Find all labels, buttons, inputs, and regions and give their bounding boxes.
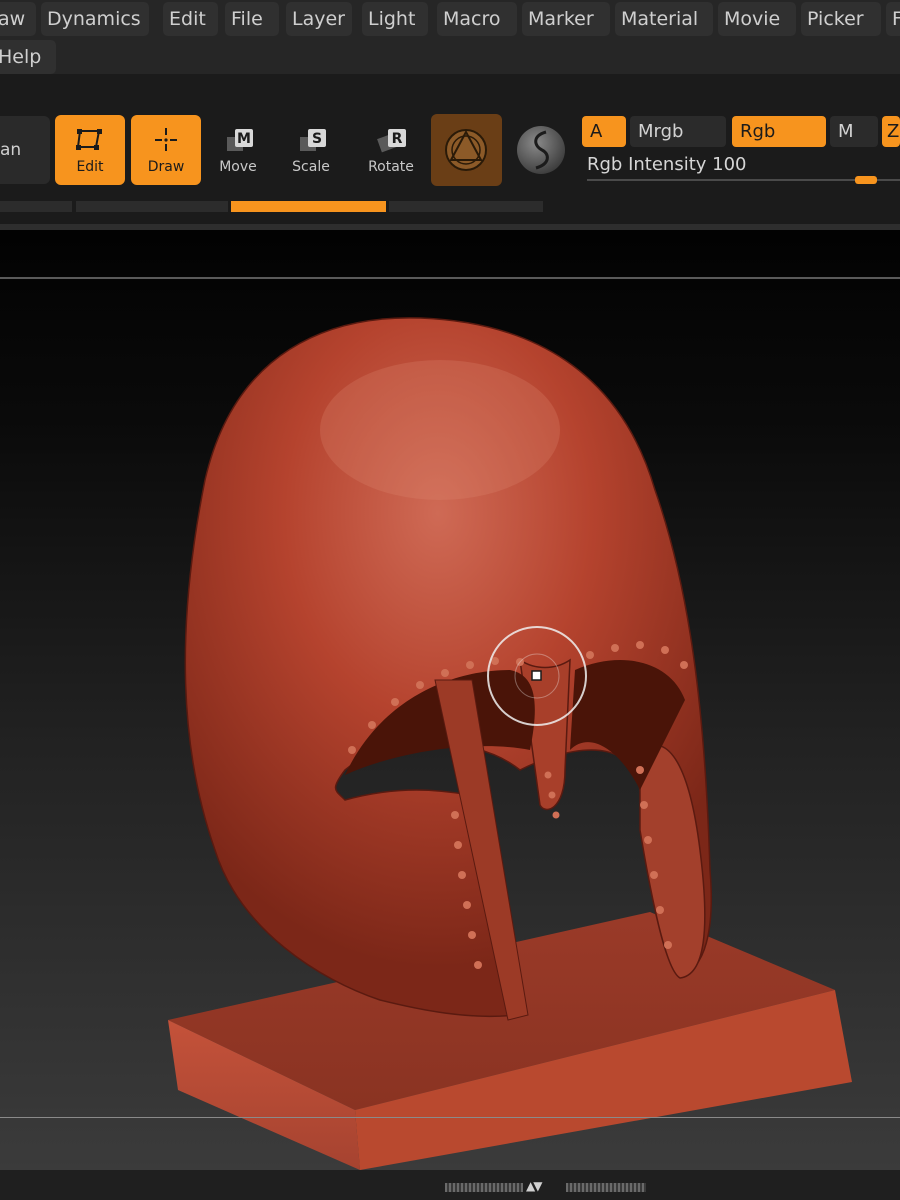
rotate-button-label: Rotate (368, 159, 414, 175)
helmet-shell (184, 317, 712, 1021)
menu-dynamics[interactable]: Dynamics (41, 2, 149, 36)
menu-draw[interactable]: aw (0, 2, 36, 36)
helmet-model[interactable] (0, 230, 900, 1170)
toolbar-underline (76, 201, 228, 212)
z-button[interactable]: Z (882, 116, 900, 147)
toolbar-underline (0, 201, 72, 212)
viewport-canvas[interactable] (0, 230, 900, 1170)
rgb-intensity-label: Rgb Intensity 100 (587, 154, 747, 175)
menu-material[interactable]: Material (615, 2, 713, 36)
menu-file[interactable]: File (225, 2, 279, 36)
expand-collapse-arrows-icon[interactable]: ▲▼ (526, 1179, 543, 1193)
menu-help[interactable]: Help (0, 40, 56, 74)
canvas-bottom-guide (0, 1117, 900, 1118)
menu-marker[interactable]: Marker (522, 2, 610, 36)
menu-movie[interactable]: Movie (718, 2, 796, 36)
scale-button-label: Scale (292, 159, 330, 175)
menu-macro[interactable]: Macro (437, 2, 517, 36)
mrgb-button[interactable]: Mrgb (630, 116, 726, 147)
menu-edit[interactable]: Edit (163, 2, 218, 36)
draw-button-label: Draw (147, 159, 185, 175)
tray-grip-left[interactable] (445, 1183, 523, 1192)
move-button-label: Move (219, 159, 257, 175)
m-button[interactable]: M (830, 116, 878, 147)
rgb-intensity-slider[interactable] (587, 179, 900, 181)
menu-layer[interactable]: Layer (286, 2, 352, 36)
edit-button-label: Edit (76, 159, 104, 175)
menu-partial[interactable]: F (886, 2, 900, 36)
menu-bar: aw Dynamics Edit File Layer Light Macro … (0, 0, 900, 74)
bottom-bar: ▲▼ (0, 1170, 900, 1200)
menu-light[interactable]: Light (362, 2, 428, 36)
rgb-button[interactable]: Rgb (732, 116, 826, 147)
toolbar-underline (389, 201, 543, 212)
rgb-intensity-slider-knob[interactable] (855, 176, 877, 184)
tray-grip-right[interactable] (566, 1183, 646, 1192)
toolbar: an Edit Draw M Move S Scale R Rotate A M… (0, 74, 900, 224)
a-button[interactable]: A (582, 116, 626, 147)
menu-picker[interactable]: Picker (801, 2, 881, 36)
toolbar-active-indicator (231, 201, 386, 212)
